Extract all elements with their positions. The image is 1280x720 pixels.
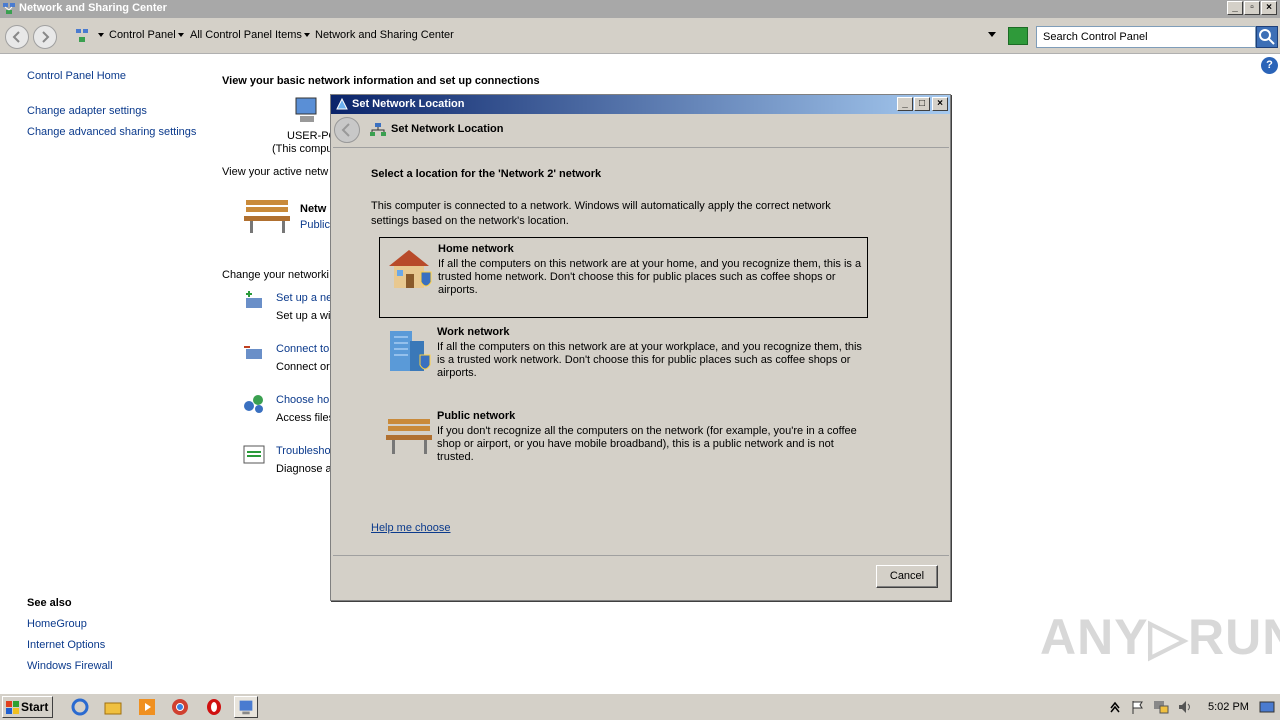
help-icon[interactable]: ? [1261,57,1278,74]
home-network-icon [389,250,432,288]
network-name: Netw [300,203,327,215]
dialog-maximize-button[interactable]: □ [914,97,930,111]
show-desktop-icon[interactable] [1259,699,1275,715]
system-tray [1104,696,1278,718]
option-public-title: Public network [437,410,516,422]
window-title: Network and Sharing Center [19,2,167,14]
homegroup-icon [244,395,263,413]
watermark-logo: ANY▷RUN [1040,609,1280,665]
back-arrow-icon [12,31,20,43]
network-location-icon [370,123,386,136]
sidebar-item-sharing[interactable]: Change advanced sharing settings [27,126,196,138]
dialog-header-title: Set Network Location [391,123,504,135]
task-troubleshoot-link[interactable]: Troublesho [276,445,331,457]
clock[interactable]: 5:02 PM [1208,701,1249,713]
set-network-location-dialog: Set Network Location _ □ × Set Network L… [330,94,951,601]
dialog-minimize-button[interactable]: _ [897,97,913,111]
troubleshoot-icon [243,445,265,464]
public-bench-icon [386,419,432,454]
show-hidden-icons-icon[interactable] [1108,699,1122,715]
option-work-desc: If all the computers on this network are… [437,341,862,379]
dialog-header: Set Network Location [331,114,950,147]
task-homegroup-link[interactable]: Choose hor [276,394,333,406]
help-me-choose-link[interactable]: Help me choose [371,522,451,534]
task-setup-link[interactable]: Set up a ne [276,292,332,304]
minimize-button[interactable]: _ [1227,1,1243,15]
window-titlebar: Network and Sharing Center _ ▫ × [0,0,1280,18]
breadcrumb: Control Panel All Control Panel Items Ne… [70,24,1030,48]
bench-icon [244,200,290,233]
see-also-heading: See also [27,597,72,609]
task-connect-desc: Connect or [276,361,330,373]
close-button[interactable]: × [1261,1,1277,15]
crumb-control-panel[interactable]: Control Panel [109,29,176,41]
cancel-button[interactable]: Cancel [876,565,938,588]
task-connect-link[interactable]: Connect to [276,343,329,355]
media-player-icon[interactable] [138,698,156,716]
chevron-down-icon[interactable] [178,33,184,37]
see-also-homegroup[interactable]: HomeGroup [27,618,87,630]
restore-button[interactable]: ▫ [1244,1,1260,15]
task-troubleshoot-desc: Diagnose a [276,463,332,475]
start-button[interactable]: Start [2,696,53,718]
network-icon [336,97,348,110]
option-home-desc: If all the computers on this network are… [438,258,862,296]
forward-button[interactable] [33,25,57,49]
option-home-title: Home network [438,243,514,255]
explorer-folder-icon[interactable] [104,698,122,716]
change-settings-label: Change your networki [222,269,330,281]
connect-network-icon [244,346,262,359]
dialog-close-button[interactable]: × [932,97,948,111]
page-title: View your basic network information and … [222,75,540,87]
forward-arrow-icon [42,31,50,43]
crumb-network-center[interactable]: Network and Sharing Center [315,29,454,41]
dialog-title: Set Network Location [352,98,465,110]
taskbar: Start 5:02 PM [0,693,1280,720]
chevron-down-icon[interactable] [304,33,310,37]
action-center-flag-icon[interactable] [1130,699,1146,715]
task-homegroup-desc: Access files [276,412,335,424]
see-also-firewall[interactable]: Windows Firewall [27,660,113,672]
option-home-network[interactable]: Home network If all the computers on thi… [379,237,868,318]
dialog-back-button[interactable] [334,117,360,143]
network-icon [3,3,15,14]
address-toolbar: Control Panel All Control Panel Items Ne… [0,18,1280,54]
see-also-internet-options[interactable]: Internet Options [27,639,105,651]
chrome-icon[interactable] [171,698,189,716]
network-type-link[interactable]: Public [300,219,330,231]
sidebar-item-home[interactable]: Control Panel Home [27,70,126,82]
option-work-network[interactable]: Work network If all the computers on thi… [379,321,868,402]
search-icon[interactable] [1256,26,1278,48]
task-setup-desc: Set up a wi [276,310,331,322]
network-tray-icon[interactable] [1152,699,1170,715]
new-connection-icon [246,291,262,308]
search-input[interactable]: Search Control Panel [1036,26,1256,48]
network-center-taskbar-icon[interactable] [234,696,258,718]
start-label: Start [21,700,49,714]
computer-icon [295,97,317,122]
volume-icon[interactable] [1177,699,1193,715]
back-button[interactable] [5,25,29,49]
control-panel-icon [76,29,88,42]
crumb-all-items[interactable]: All Control Panel Items [190,29,302,41]
work-network-icon [390,331,431,371]
chevron-down-icon[interactable] [98,33,104,37]
sidebar-item-adapter[interactable]: Change adapter settings [27,105,147,117]
refresh-button[interactable] [1008,27,1028,45]
dialog-description: This computer is connected to a network.… [371,200,831,227]
internet-explorer-icon[interactable] [71,698,89,716]
opera-icon[interactable] [205,698,223,716]
option-work-title: Work network [437,326,510,338]
address-dropdown-icon[interactable] [988,32,996,37]
active-networks-label: View your active netw [222,166,329,178]
dialog-question: Select a location for the 'Network 2' ne… [371,168,602,180]
computer-sub: (This compu [272,143,333,155]
option-public-network[interactable]: Public network If you don't recognize al… [379,405,868,486]
dialog-titlebar: Set Network Location _ □ × [331,95,950,114]
windows-flag-icon [6,701,19,714]
option-public-desc: If you don't recognize all the computers… [437,425,857,463]
